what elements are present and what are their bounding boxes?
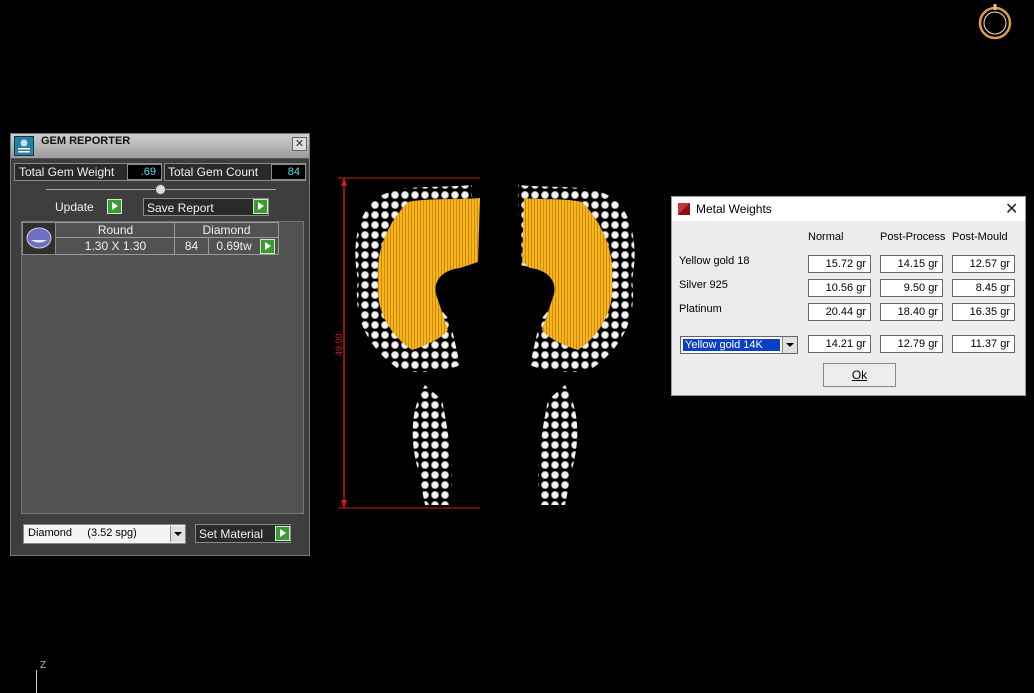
set-material-button[interactable]: Set Material	[195, 524, 291, 543]
save-report-label: Save Report	[147, 201, 214, 215]
gem-thumbnail-icon	[26, 227, 52, 249]
total-gem-count-value: 84	[271, 164, 306, 180]
go-arrow-icon[interactable]	[275, 526, 290, 541]
axis-z-line	[36, 670, 37, 693]
gem-material: Diamond	[202, 223, 251, 237]
save-report-button[interactable]: Save Report	[143, 198, 269, 216]
set-material-label: Set Material	[199, 527, 264, 541]
gem-thumbnail	[22, 222, 56, 255]
total-gem-weight-label: Total Gem Weight	[19, 165, 115, 179]
gem-list[interactable]: Round 1.30 X 1.30 Diamond 84 0.69tw	[21, 221, 304, 514]
gem-list-row[interactable]: Round 1.30 X 1.30 Diamond 84 0.69tw	[22, 222, 305, 262]
metal-weights-dialog: Metal Weights ✕ Normal Post-Process Post…	[671, 196, 1026, 396]
close-icon[interactable]: ✕	[1005, 199, 1018, 219]
slider-handle[interactable]	[155, 184, 166, 195]
material-bar: Diamond (3.52 spg) Set Material	[11, 519, 309, 555]
weight-post-mould: 8.45 gr	[952, 279, 1015, 297]
dropdown-arrow-icon[interactable]	[170, 526, 185, 542]
go-arrow-icon[interactable]	[260, 239, 275, 254]
left-earring	[355, 185, 480, 505]
weight-normal: 15.72 gr	[808, 255, 871, 273]
column-header-post-process: Post-Process	[880, 231, 946, 243]
weight-post-process: 9.50 gr	[880, 279, 943, 297]
metal-weights-icon	[678, 203, 690, 215]
ok-button[interactable]: Ok	[823, 363, 896, 387]
gem-reporter-title: GEM REPORTER	[41, 135, 131, 147]
metal-weights-title-bar[interactable]: Metal Weights ✕	[672, 197, 1025, 221]
gem-size: 1.30 X 1.30	[84, 239, 147, 253]
column-header-post-mould: Post-Mould	[952, 231, 1008, 243]
weight-post-mould: 16.35 gr	[952, 303, 1015, 321]
weight-normal: 10.56 gr	[808, 279, 871, 297]
gem-reporter-panel: GEM REPORTER ✕ Total Gem Weight .69 Tota…	[10, 133, 310, 556]
go-arrow-icon[interactable]	[253, 199, 268, 214]
update-label: Update	[55, 200, 94, 214]
metal-row-label: Yellow gold 18	[679, 255, 750, 267]
dropdown-arrow-icon[interactable]	[782, 337, 797, 353]
material-dropdown[interactable]: Diamond (3.52 spg)	[23, 524, 186, 544]
metal-weights-title: Metal Weights	[696, 202, 772, 216]
compass-icon[interactable]	[975, 2, 1015, 42]
gem-count: 84	[184, 239, 199, 253]
metal-row-label: Platinum	[679, 303, 722, 315]
metal-dropdown[interactable]: Yellow gold 14K	[680, 336, 798, 354]
weight-normal: 20.44 gr	[808, 303, 871, 321]
weight-post-process: 18.40 gr	[880, 303, 943, 321]
right-earring	[518, 185, 635, 505]
weight-post-process: 14.15 gr	[880, 255, 943, 273]
metal-weights-body: Normal Post-Process Post-Mould Yellow go…	[672, 221, 1025, 395]
gem-reporter-icon	[14, 136, 34, 156]
update-button[interactable]: Update	[53, 198, 123, 216]
metal-dropdown-value: Yellow gold 14K	[683, 339, 780, 351]
earrings-render[interactable]: 49.00	[330, 170, 660, 515]
column-header-normal: Normal	[808, 231, 844, 243]
go-arrow-icon[interactable]	[107, 199, 122, 214]
weight-post-mould: 11.37 gr	[952, 335, 1015, 353]
weight-normal: 14.21 gr	[808, 335, 871, 353]
material-dropdown-value: Diamond (3.52 spg)	[28, 527, 137, 539]
total-gem-count-field: Total Gem Count 84	[164, 163, 306, 181]
close-icon[interactable]: ✕	[292, 137, 307, 151]
weight-post-mould: 12.57 gr	[952, 255, 1015, 273]
dimension-label: 49.00	[334, 333, 344, 356]
gem-reporter-title-bar[interactable]: GEM REPORTER ✕	[11, 134, 309, 159]
axis-z-label: Z	[40, 660, 47, 671]
metal-row-label: Silver 925	[679, 279, 728, 291]
total-gem-count-label: Total Gem Count	[168, 165, 259, 179]
total-gem-weight-field: Total Gem Weight .69	[14, 163, 162, 181]
total-gem-weight-value: .69	[127, 164, 162, 180]
ok-label: Ok	[851, 368, 868, 382]
gem-shape: Round	[97, 223, 134, 237]
weight-post-process: 12.79 gr	[880, 335, 943, 353]
gem-weight: 0.69tw	[216, 239, 252, 253]
